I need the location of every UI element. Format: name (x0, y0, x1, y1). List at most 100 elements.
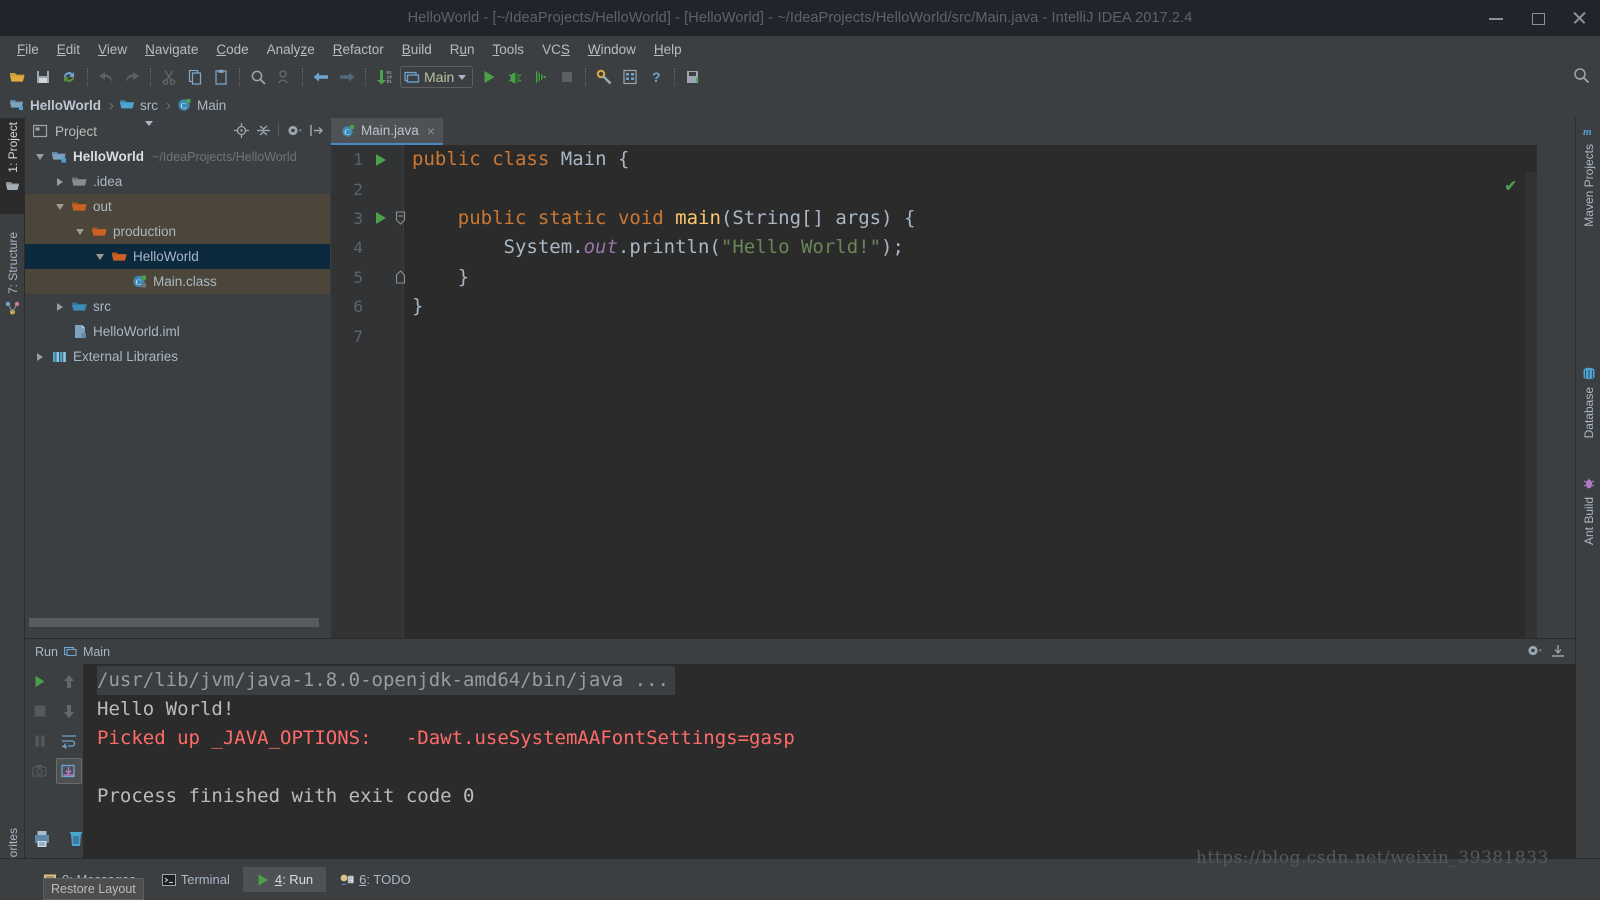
scroll-to-end-icon[interactable] (55, 758, 82, 784)
menu-item-vcs[interactable]: VCS (533, 39, 579, 60)
find-icon[interactable] (245, 65, 271, 89)
chevron-down-icon[interactable] (73, 219, 87, 244)
menu-item-analyze[interactable]: Analyze (258, 39, 324, 60)
tree-node-src[interactable]: src (25, 294, 330, 319)
chevron-right-icon[interactable] (53, 169, 67, 194)
tree-node-production[interactable]: production (25, 219, 330, 244)
minimize-button[interactable] (1488, 10, 1504, 26)
inspection-ok-icon[interactable]: ✔ (1504, 177, 1517, 195)
close-icon[interactable]: × (427, 123, 435, 139)
print-icon[interactable] (29, 826, 55, 852)
chevron-right-icon[interactable] (33, 344, 47, 369)
sync-icon[interactable] (56, 65, 82, 89)
tree-node-helloworld[interactable]: HelloWorld (25, 244, 330, 269)
menu-item-help[interactable]: Help (645, 39, 691, 60)
run-gutter-icon[interactable] (376, 212, 386, 225)
fold-open-icon[interactable] (395, 211, 406, 226)
tree-node-helloworld-iml[interactable]: HelloWorld.iml (25, 319, 330, 344)
search-everywhere-icon[interactable] (1572, 66, 1590, 84)
project-view-dropdown-icon[interactable] (145, 121, 153, 144)
gutter-line[interactable]: 2 (331, 174, 403, 203)
editor-gutter[interactable]: 1 2 3 4 5 6 7 (331, 145, 406, 638)
run-icon[interactable] (476, 65, 502, 89)
menu-item-code[interactable]: Code (207, 39, 257, 60)
menu-item-window[interactable]: Window (579, 39, 645, 60)
chevron-right-icon[interactable] (53, 294, 67, 319)
gutter-line[interactable]: 7 (331, 321, 403, 350)
chevron-down-icon[interactable] (53, 194, 67, 219)
run-configuration-selector[interactable]: Main (400, 66, 474, 88)
close-button[interactable] (1572, 10, 1588, 26)
menu-item-tools[interactable]: Tools (484, 39, 534, 60)
rerun-icon[interactable] (27, 668, 53, 694)
hide-window-icon[interactable] (1551, 644, 1565, 658)
menu-item-edit[interactable]: Edit (48, 39, 89, 60)
tree-node-external-libraries[interactable]: External Libraries (25, 344, 330, 369)
tree-node-helloworld[interactable]: HelloWorld ~/IdeaProjects/HelloWorld (25, 144, 330, 169)
forward-icon[interactable] (334, 65, 360, 89)
sidebar-item-maven-projects[interactable]: m Maven Projects (1576, 122, 1600, 256)
status-tab-6-todo[interactable]: 6: TODO (326, 867, 424, 892)
stop-icon[interactable] (27, 698, 53, 724)
editor-code[interactable]: public class Main { public static void m… (403, 145, 1537, 638)
locate-icon[interactable] (231, 120, 251, 140)
menu-item-run[interactable]: Run (441, 39, 484, 60)
fold-close-icon[interactable] (395, 270, 406, 284)
gutter-line[interactable]: 1 (331, 145, 403, 174)
soft-wrap-icon[interactable] (56, 728, 82, 754)
chevron-down-icon[interactable] (33, 144, 47, 169)
scroll-up-icon[interactable] (56, 668, 82, 694)
sidebar-item-project[interactable]: 1: Project (0, 118, 25, 214)
open-folder-icon[interactable] (4, 65, 30, 89)
settings-gear-icon[interactable] (1526, 643, 1543, 658)
gutter-line[interactable]: 5 (331, 263, 406, 292)
stop-icon[interactable] (554, 65, 580, 89)
menu-item-file[interactable]: File (8, 39, 48, 60)
project-structure-icon[interactable] (617, 65, 643, 89)
scrollbar-thumb[interactable] (29, 618, 319, 627)
save-all-icon[interactable] (30, 65, 56, 89)
tree-node--idea[interactable]: .idea (25, 169, 330, 194)
code-editor[interactable]: 1 2 3 4 5 6 7 public class Main { public stati… (331, 145, 1537, 665)
status-tab-terminal[interactable]: Terminal (149, 867, 243, 892)
debug-icon[interactable] (502, 65, 528, 89)
paste-icon[interactable] (208, 65, 234, 89)
redo-icon[interactable] (119, 65, 145, 89)
copy-icon[interactable] (182, 65, 208, 89)
settings-gear-icon[interactable] (284, 120, 304, 140)
status-tab-4-run[interactable]: 4: Run (242, 867, 327, 892)
menu-item-refactor[interactable]: Refactor (324, 39, 393, 60)
breadcrumb-item-main[interactable]: C Main (175, 98, 228, 113)
settings-icon[interactable] (591, 65, 617, 89)
menu-item-view[interactable]: View (89, 39, 136, 60)
tree-node-out[interactable]: out (25, 194, 330, 219)
dump-threads-icon[interactable] (27, 758, 53, 784)
chevron-down-icon[interactable] (93, 244, 107, 269)
menu-item-navigate[interactable]: Navigate (136, 39, 207, 60)
compile-icon[interactable]: 01 10 01 (371, 65, 397, 89)
clear-all-icon[interactable] (63, 826, 89, 852)
run-console-output[interactable]: /usr/lib/jvm/java-1.8.0-openjdk-amd64/bi… (83, 664, 1575, 858)
pause-icon[interactable] (27, 728, 53, 754)
cut-icon[interactable] (156, 65, 182, 89)
breadcrumb-item-src[interactable]: src (118, 98, 160, 113)
find-usages-icon[interactable] (271, 65, 297, 89)
menu-item-build[interactable]: Build (393, 39, 441, 60)
run-gutter-icon[interactable] (376, 153, 386, 166)
sidebar-item-database[interactable]: Database (1576, 364, 1600, 462)
collapse-all-icon[interactable] (253, 120, 273, 140)
undo-icon[interactable] (93, 65, 119, 89)
editor-marker-column[interactable] (1525, 172, 1537, 665)
gutter-line[interactable]: 3 (331, 204, 406, 233)
vcs-update-icon[interactable] (680, 65, 706, 89)
breadcrumb-item-helloworld[interactable]: HelloWorld (8, 98, 103, 113)
sidebar-item-structure[interactable]: 7: Structure (0, 228, 25, 346)
project-tree[interactable]: HelloWorld ~/IdeaProjects/HelloWorld .idea… (25, 144, 330, 612)
hide-icon[interactable] (306, 120, 326, 140)
maximize-button[interactable] (1530, 10, 1546, 26)
gutter-line[interactable]: 6 (331, 292, 403, 321)
scroll-down-icon[interactable] (56, 698, 82, 724)
back-icon[interactable] (308, 65, 334, 89)
tree-node-main-class[interactable]: C Main.class (25, 269, 330, 294)
sidebar-item-ant-build[interactable]: Ant Build (1576, 474, 1600, 570)
